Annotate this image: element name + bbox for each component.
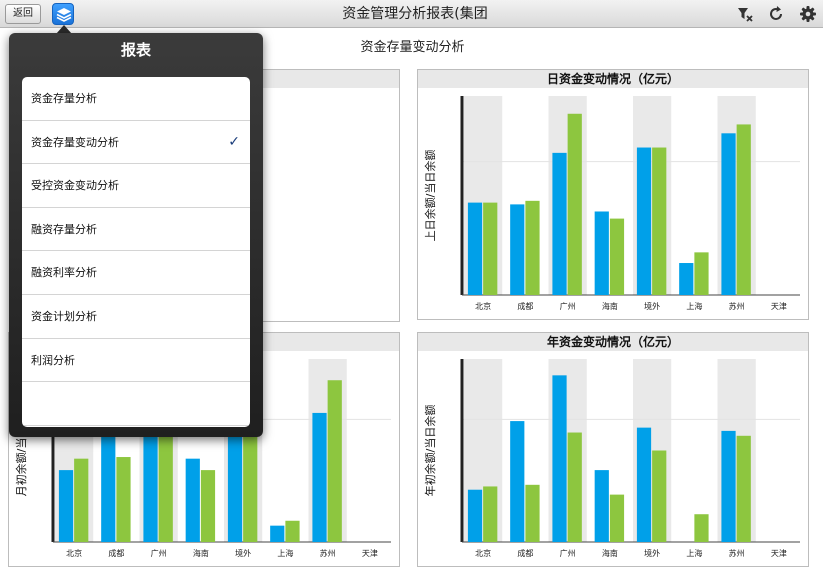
bar-series-blue [594, 470, 609, 542]
x-tick-label: 广州 [560, 301, 576, 311]
x-tick-label: 海南 [193, 548, 209, 558]
x-tick-label: 成都 [517, 548, 533, 558]
filter-icon[interactable] [735, 4, 755, 24]
x-tick-label: 成都 [517, 301, 533, 311]
menu-item-label: 资金存量变动分析 [31, 135, 119, 149]
bar-series-blue [101, 430, 116, 542]
bar-series-blue [467, 202, 483, 295]
x-tick-label: 苏州 [729, 301, 745, 311]
chart-title: 日资金变动情况（亿元） [418, 70, 808, 88]
menu-item[interactable] [22, 382, 250, 426]
bar-series-green [609, 218, 625, 295]
page-title: 资金存量变动分析 [360, 40, 465, 55]
menu-item-label: 融资利率分析 [31, 266, 97, 280]
x-tick-label: 天津 [771, 548, 787, 558]
x-tick-label: 上海 [277, 548, 293, 558]
menu-item-label: 融资存量分析 [31, 222, 97, 236]
bar-series-green [652, 147, 667, 295]
layers-icon[interactable] [52, 3, 74, 25]
bar-series-blue [636, 427, 652, 542]
bar-chart-plot: 北京 成都 广州 海南 境外 上海 苏州 天津 年初余额/当日余额 [423, 359, 800, 558]
x-tick-label: 上海 [686, 301, 702, 311]
x-tick-label: 广州 [151, 548, 167, 558]
bar-series-blue [227, 427, 243, 542]
bar-series-green [567, 113, 582, 295]
menu-title: 报表 [120, 41, 151, 59]
bar-series-blue [185, 458, 200, 542]
bar-series-blue [552, 375, 567, 542]
yearly-change-chart: 北京 成都 广州 海南 境外 上海 苏州 天津 年初余额/当日余额 年资金变动情况（亿元） [417, 332, 809, 567]
report-menu-popover: 报表 资金存量分析 资金存量变动分析 ✓ 受控资金变动分析 融资存量分析 融资利率分析 资金… [9, 33, 263, 437]
bar-series-blue [721, 430, 736, 542]
bar-series-blue [510, 204, 525, 295]
bar-series-green [200, 470, 216, 542]
x-tick-label: 境外 [235, 548, 251, 558]
x-tick-label: 北京 [475, 548, 491, 558]
bar-series-green [694, 514, 709, 542]
bar-series-green [525, 200, 540, 295]
menu-item[interactable]: 融资存量分析 [22, 208, 250, 252]
daily-change-chart: 北京 成都 广州 海南 境外 上海 苏州 天津 上日余额/当日余额 日资金变动情况（亿元） [417, 69, 809, 320]
bar-series-blue [143, 419, 158, 542]
x-tick-label: 天津 [771, 301, 787, 311]
x-tick-label: 北京 [475, 301, 491, 311]
bar-series-blue [552, 152, 567, 295]
menu-item[interactable]: 利润分析 [22, 339, 250, 383]
y-axis-label: 年初余额/当日余额 [423, 405, 437, 497]
x-tick-label: 苏州 [320, 548, 336, 558]
x-tick-label: 海南 [602, 301, 618, 311]
bar-series-blue [594, 211, 609, 295]
bar-series-green [736, 435, 751, 542]
menu-item-label: 利润分析 [31, 353, 75, 367]
x-tick-label: 境外 [644, 301, 660, 311]
bar-series-blue [721, 133, 736, 295]
menu-item-label: 资金计划分析 [31, 309, 97, 323]
bar-chart-plot: 北京 成都 广州 海南 境外 上海 苏州 天津 上日余额/当日余额 [423, 96, 800, 311]
menu-item[interactable]: 资金存量变动分析 ✓ [22, 121, 250, 165]
bar-series-green [609, 494, 625, 542]
menu-item[interactable]: 资金计划分析 [22, 295, 250, 339]
bar-series-blue [312, 412, 327, 542]
bar-series-green [525, 484, 540, 542]
bar-series-blue [270, 525, 285, 542]
x-tick-label: 成都 [108, 548, 124, 558]
menu-item[interactable]: 受控资金变动分析 [22, 164, 250, 208]
bar-series-green [694, 252, 709, 295]
bar-series-green [736, 124, 751, 295]
app-title: 资金管理分析报表(集团 [342, 6, 488, 22]
menu-item-label: 受控资金变动分析 [31, 179, 119, 193]
bar-series-blue [467, 489, 483, 542]
bar-series-green [116, 457, 131, 542]
x-tick-label: 境外 [644, 548, 660, 558]
bar-series-blue [636, 147, 652, 295]
x-tick-label: 北京 [66, 548, 82, 558]
bar-series-green [285, 520, 300, 542]
app-window: 返回 资金管理分析报表(集团 资金存量变动分析 北京 成都 广州 海南 境外 上… [0, 0, 823, 572]
top-toolbar: 返回 资金管理分析报表(集团 [0, 0, 823, 28]
menu-item[interactable]: 资金存量分析 [22, 77, 250, 121]
bar-series-blue [58, 470, 74, 542]
x-tick-label: 海南 [602, 548, 618, 558]
bar-series-green [74, 458, 89, 542]
bar-series-green [483, 202, 498, 295]
checkmark-icon: ✓ [228, 133, 240, 150]
bar-series-green [567, 432, 582, 542]
y-axis-label: 上日余额/当日余额 [423, 150, 437, 242]
bar-series-green [483, 486, 498, 542]
bar-series-blue [679, 263, 694, 295]
chart-title: 年资金变动情况（亿元） [418, 333, 808, 351]
x-tick-label: 上海 [686, 548, 702, 558]
bar-series-green [327, 380, 342, 542]
bar-series-green [652, 450, 667, 542]
report-menu-list: 资金存量分析资金存量变动分析 ✓ 受控资金变动分析 融资存量分析 融资利率分析 资金计划分… [22, 77, 250, 427]
refresh-icon[interactable] [766, 4, 786, 24]
x-tick-label: 苏州 [729, 548, 745, 558]
back-button[interactable]: 返回 [5, 4, 41, 24]
x-tick-label: 广州 [560, 548, 576, 558]
menu-item-label: 资金存量分析 [31, 92, 97, 105]
gear-icon[interactable] [798, 4, 818, 24]
menu-item[interactable]: 融资利率分析 [22, 251, 250, 295]
x-tick-label: 天津 [362, 548, 378, 558]
bar-series-blue [510, 421, 525, 542]
